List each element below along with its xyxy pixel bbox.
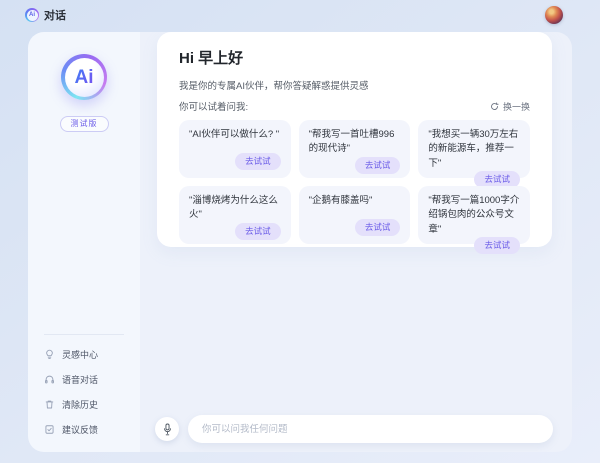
brand: Ai 对话 [25, 7, 66, 23]
lightbulb-icon [44, 349, 55, 360]
mic-button[interactable] [155, 417, 179, 441]
beta-badge: 测试版 [60, 116, 109, 132]
sidebar-menu: 灵感中心 语音对话 [28, 334, 140, 452]
prompt-hint: 你可以试着问我: [179, 99, 248, 113]
try-button[interactable]: 去试试 [235, 153, 281, 170]
page-title: 对话 [44, 7, 66, 23]
ai-logo-bubble: Ai [65, 58, 104, 97]
sidebar-divider [44, 334, 124, 335]
refresh-button[interactable]: 换一换 [490, 100, 530, 113]
suggestion-text: "我想买一辆30万左右的新能源车，推荐一下" [428, 128, 520, 171]
ai-logo-text: Ai [75, 68, 94, 87]
suggestion-card: "我想买一辆30万左右的新能源车，推荐一下" 去试试 [418, 120, 530, 178]
trash-icon [44, 399, 55, 410]
chat-input[interactable] [188, 415, 553, 443]
sidebar-item-feedback[interactable]: 建议反馈 [44, 417, 140, 442]
refresh-icon [490, 102, 499, 111]
sidebar-item-voice-chat[interactable]: 语音对话 [44, 367, 140, 392]
suggestion-grid: "AI伙伴可以做什么? " 去试试 "帮我写一首吐槽996的现代诗" 去试试 "… [179, 120, 530, 244]
sidebar: Ai 测试版 灵感中心 [28, 32, 140, 452]
ai-logo-icon: Ai [61, 54, 107, 100]
greeting-title: Hi 早上好 [179, 47, 530, 68]
app-window: Ai 对话 Ai 测试版 [0, 0, 600, 463]
try-button[interactable]: 去试试 [355, 157, 401, 174]
suggestion-text: "帮我写一篇1000字介绍锅包肉的公众号文章" [428, 194, 520, 237]
try-button[interactable]: 去试试 [355, 219, 401, 236]
suggestion-card: "帮我写一首吐槽996的现代诗" 去试试 [299, 120, 411, 178]
headset-icon [44, 374, 55, 385]
suggestion-text: "帮我写一首吐槽996的现代诗" [309, 128, 401, 157]
app-body: Ai 测试版 灵感中心 [28, 32, 572, 452]
main-area: Hi 早上好 我是你的专属AI伙伴，帮你答疑解惑提供灵感 你可以试着问我: 换一… [140, 32, 572, 452]
feedback-icon [44, 424, 55, 435]
suggestion-text: "AI伙伴可以做什么? " [189, 128, 281, 142]
sidebar-item-label: 清除历史 [62, 398, 98, 411]
suggestion-text: "淄博烧烤为什么这么火" [189, 194, 281, 223]
greeting-subtitle: 我是你的专属AI伙伴，帮你答疑解惑提供灵感 [179, 78, 530, 92]
sidebar-item-label: 建议反馈 [62, 423, 98, 436]
user-avatar[interactable] [545, 6, 563, 24]
suggestion-card: "淄博烧烤为什么这么火" 去试试 [179, 186, 291, 244]
sidebar-item-label: 语音对话 [62, 373, 98, 386]
refresh-label: 换一换 [503, 100, 530, 113]
suggestion-text: "企鹅有膝盖吗" [309, 194, 401, 208]
welcome-panel: Hi 早上好 我是你的专属AI伙伴，帮你答疑解惑提供灵感 你可以试着问我: 换一… [157, 32, 552, 247]
app-logo-icon: Ai [25, 8, 39, 22]
app-logo-text: Ai [27, 10, 38, 21]
hint-row: 你可以试着问我: 换一换 [179, 99, 530, 113]
mic-icon [162, 423, 173, 436]
suggestion-card: "企鹅有膝盖吗" 去试试 [299, 186, 411, 244]
sidebar-item-label: 灵感中心 [62, 348, 98, 361]
try-button[interactable]: 去试试 [474, 237, 520, 254]
suggestion-card: "AI伙伴可以做什么? " 去试试 [179, 120, 291, 178]
header: Ai 对话 [0, 0, 600, 30]
input-bar [155, 415, 553, 443]
try-button[interactable]: 去试试 [235, 223, 281, 240]
suggestion-card: "帮我写一篇1000字介绍锅包肉的公众号文章" 去试试 [418, 186, 530, 244]
sidebar-item-inspiration[interactable]: 灵感中心 [44, 342, 140, 367]
sidebar-item-clear-history[interactable]: 清除历史 [44, 392, 140, 417]
